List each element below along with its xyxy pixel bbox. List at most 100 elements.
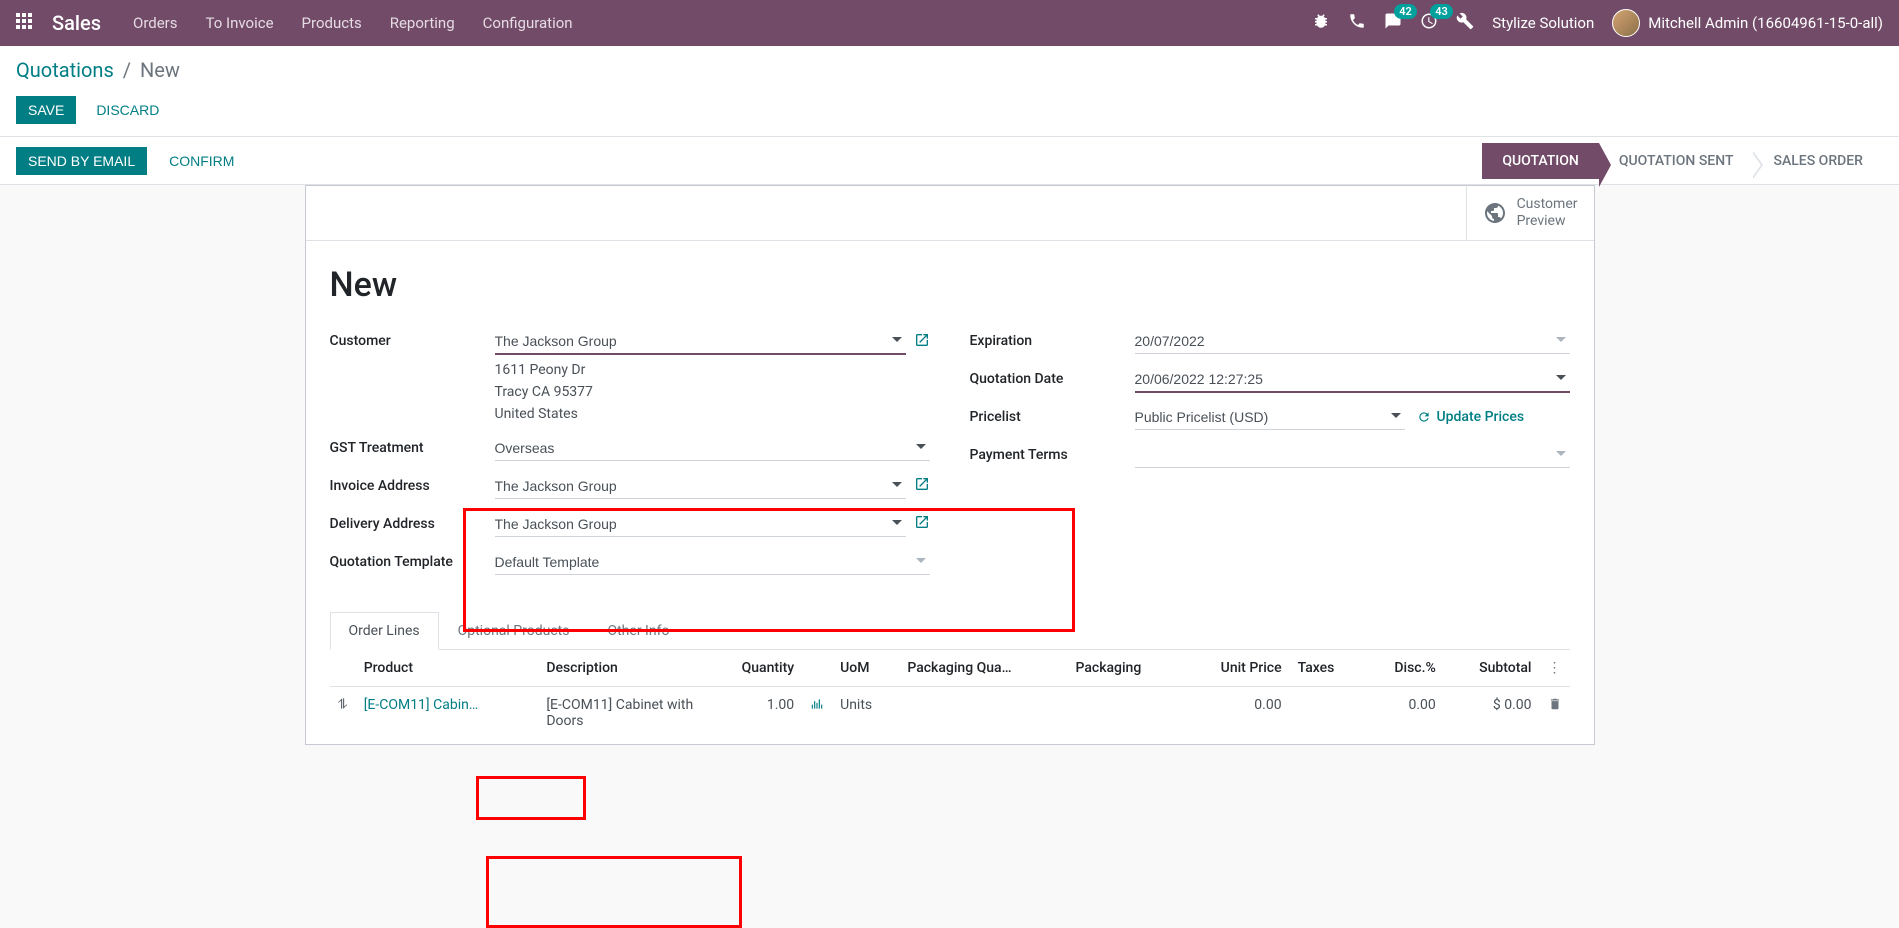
quotation-date-input[interactable]	[1135, 367, 1570, 393]
table-row[interactable]: ⥮ [E-COM11] Cabin… [E-COM11] Cabinet wit…	[330, 686, 1570, 739]
kebab-icon[interactable]: ⋮	[1548, 660, 1562, 676]
chevron-down-icon[interactable]	[1391, 413, 1401, 418]
cell-unit-price[interactable]: 0.00	[1182, 686, 1290, 739]
form-right-column: Expiration Quotation Date	[970, 329, 1570, 588]
payment-terms-input[interactable]	[1135, 443, 1570, 468]
update-prices-link[interactable]: Update Prices	[1417, 409, 1525, 425]
menu-reporting[interactable]: Reporting	[390, 14, 455, 32]
customer-label: Customer	[330, 329, 495, 349]
user-name: Mitchell Admin (16604961-15-0-all)	[1648, 14, 1883, 32]
template-input[interactable]	[495, 550, 930, 575]
form-tabs: Order Lines Optional Products Other Info	[330, 612, 1570, 650]
breadcrumb: Quotations / New	[16, 58, 1883, 82]
order-lines-table: Product Description Quantity UoM Packagi…	[330, 650, 1570, 739]
trash-icon[interactable]	[1540, 686, 1570, 739]
col-product[interactable]: Product	[356, 650, 539, 687]
col-packaging-qty[interactable]: Packaging Qua…	[899, 650, 1067, 687]
external-link-icon[interactable]	[914, 514, 930, 534]
customer-input[interactable]	[495, 329, 906, 355]
chevron-down-icon[interactable]	[1556, 451, 1566, 456]
tab-order-lines[interactable]: Order Lines	[330, 612, 439, 650]
cell-pkg-qty[interactable]	[899, 686, 1067, 739]
col-subtotal[interactable]: Subtotal	[1444, 650, 1540, 687]
payment-terms-label: Payment Terms	[970, 443, 1135, 463]
discard-button[interactable]: DISCARD	[84, 96, 171, 124]
delivery-address-input[interactable]	[495, 512, 906, 537]
external-link-icon[interactable]	[914, 332, 930, 352]
gst-input[interactable]	[495, 436, 930, 461]
external-link-icon[interactable]	[914, 476, 930, 496]
cell-packaging[interactable]	[1067, 686, 1181, 739]
cell-discount[interactable]: 0.00	[1363, 686, 1443, 739]
topnav-right: 42 43 Stylize Solution Mitchell Admin (1…	[1312, 9, 1883, 37]
drag-handle-icon[interactable]: ⥮	[330, 686, 356, 739]
col-quantity[interactable]: Quantity	[706, 650, 802, 687]
cell-product[interactable]: [E-COM11] Cabin…	[364, 697, 479, 713]
forecast-icon[interactable]	[802, 686, 832, 739]
menu-to-invoice[interactable]: To Invoice	[206, 14, 274, 32]
topnav-menu: Orders To Invoice Products Reporting Con…	[133, 14, 573, 32]
apps-icon[interactable]	[16, 13, 36, 33]
chevron-down-icon[interactable]	[892, 520, 902, 525]
cell-quantity[interactable]: 1.00	[706, 686, 802, 739]
control-panel: Quotations / New SAVE DISCARD	[0, 46, 1899, 137]
stat-line2: Preview	[1517, 213, 1578, 230]
phone-icon[interactable]	[1348, 12, 1366, 34]
breadcrumb-sep: /	[123, 58, 131, 82]
chevron-down-icon[interactable]	[1556, 337, 1566, 342]
chevron-down-icon[interactable]	[916, 444, 926, 449]
send-by-email-button[interactable]: SEND BY EMAIL	[16, 147, 147, 175]
messages-icon[interactable]: 42	[1384, 12, 1402, 34]
pricelist-label: Pricelist	[970, 405, 1135, 425]
cell-subtotal: $ 0.00	[1444, 686, 1540, 739]
col-taxes[interactable]: Taxes	[1290, 650, 1364, 687]
chevron-down-icon[interactable]	[892, 482, 902, 487]
cell-description[interactable]: [E-COM11] Cabinet with Doors	[546, 697, 693, 729]
activities-icon[interactable]: 43	[1420, 12, 1438, 34]
invoice-address-label: Invoice Address	[330, 474, 495, 494]
refresh-icon	[1417, 410, 1431, 424]
breadcrumb-root[interactable]: Quotations	[16, 58, 114, 82]
col-discount[interactable]: Disc.%	[1363, 650, 1443, 687]
activities-badge: 43	[1430, 4, 1453, 19]
menu-products[interactable]: Products	[302, 14, 362, 32]
expiration-label: Expiration	[970, 329, 1135, 349]
user-menu[interactable]: Mitchell Admin (16604961-15-0-all)	[1612, 9, 1883, 37]
cell-taxes[interactable]	[1290, 686, 1364, 739]
tab-optional-products[interactable]: Optional Products	[439, 612, 589, 649]
cell-uom[interactable]: Units	[832, 686, 899, 739]
invoice-address-input[interactable]	[495, 474, 906, 499]
col-uom[interactable]: UoM	[832, 650, 899, 687]
brand-title[interactable]: Sales	[52, 11, 101, 35]
col-unit-price[interactable]: Unit Price	[1182, 650, 1290, 687]
status-quotation[interactable]: QUOTATION	[1482, 143, 1599, 179]
globe-icon	[1483, 201, 1507, 225]
chevron-down-icon[interactable]	[916, 558, 926, 563]
button-box: Customer Preview	[306, 186, 1594, 241]
menu-configuration[interactable]: Configuration	[483, 14, 573, 32]
tab-other-info[interactable]: Other Info	[588, 612, 688, 649]
col-description[interactable]: Description	[538, 650, 706, 687]
customer-preview-button[interactable]: Customer Preview	[1466, 186, 1594, 240]
top-navbar: Sales Orders To Invoice Products Reporti…	[0, 0, 1899, 46]
page-title: New	[330, 265, 1570, 305]
chevron-down-icon[interactable]	[892, 337, 902, 342]
menu-orders[interactable]: Orders	[133, 14, 178, 32]
expiration-input[interactable]	[1135, 329, 1570, 354]
confirm-button[interactable]: CONFIRM	[157, 147, 246, 175]
status-sales-order[interactable]: SALES ORDER	[1753, 143, 1883, 179]
company-name[interactable]: Stylize Solution	[1492, 14, 1594, 32]
customer-address: 1611 Peony Dr Tracy CA 95377 United Stat…	[495, 359, 930, 426]
tools-icon[interactable]	[1456, 12, 1474, 34]
chevron-down-icon[interactable]	[1556, 375, 1566, 380]
breadcrumb-current: New	[140, 58, 180, 82]
status-steps: QUOTATION QUOTATION SENT SALES ORDER	[1482, 143, 1883, 179]
status-bar: SEND BY EMAIL CONFIRM QUOTATION QUOTATIO…	[0, 137, 1899, 185]
stat-line1: Customer	[1517, 196, 1578, 213]
status-quotation-sent[interactable]: QUOTATION SENT	[1599, 143, 1754, 179]
pricelist-input[interactable]	[1135, 405, 1405, 430]
bug-icon[interactable]	[1312, 12, 1330, 34]
save-button[interactable]: SAVE	[16, 96, 76, 124]
col-packaging[interactable]: Packaging	[1067, 650, 1181, 687]
quotation-date-label: Quotation Date	[970, 367, 1135, 387]
